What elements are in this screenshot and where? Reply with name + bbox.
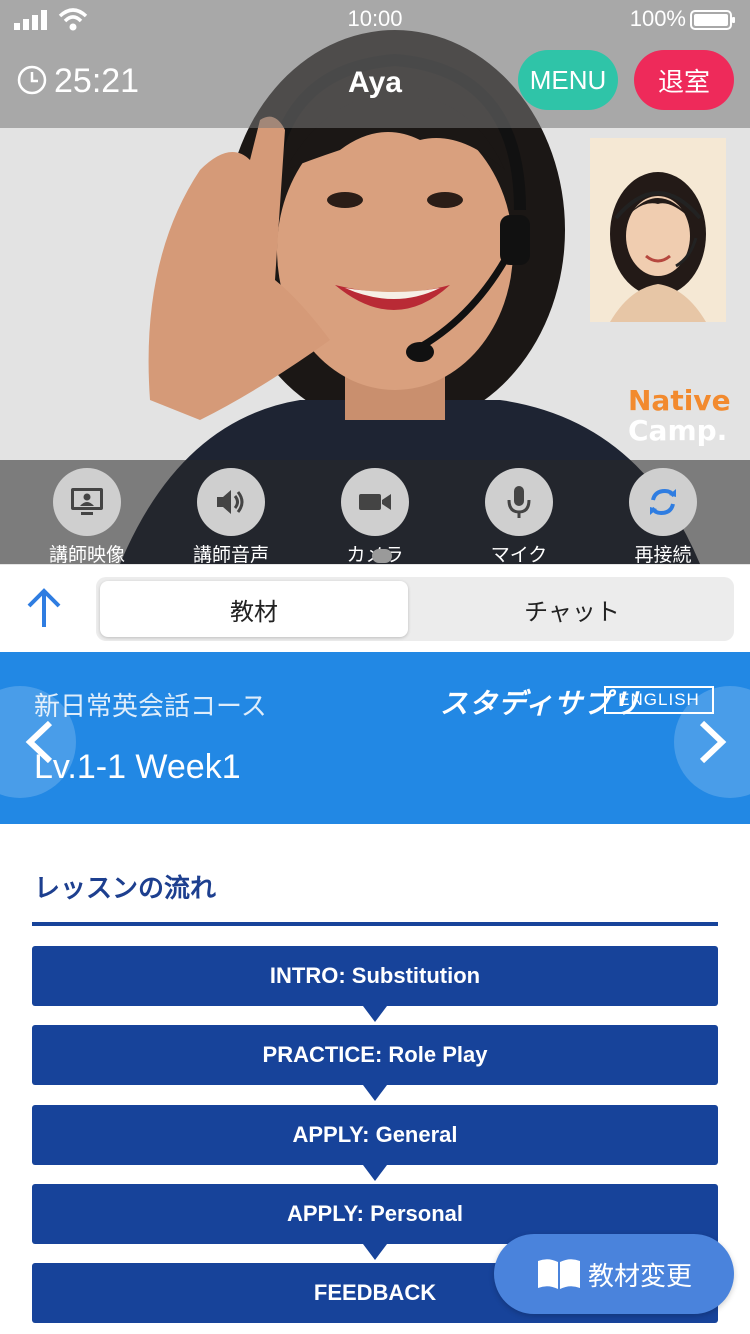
logo-line-2: Camp.	[628, 414, 728, 447]
flow-step: PRACTICE: Role Play	[32, 1025, 718, 1101]
teacher-video-button[interactable]: 講師映像	[32, 468, 142, 566]
tab-bar: 教材 チャット	[0, 564, 750, 652]
arrow-up-icon[interactable]	[24, 587, 64, 631]
flow-arrow	[363, 1244, 387, 1260]
reconnect-button[interactable]: 再接続	[608, 468, 718, 566]
battery-percent: 100%	[629, 6, 686, 31]
teacher-video-label: 講師映像	[48, 544, 125, 566]
drag-handle[interactable]	[372, 549, 392, 563]
microphone-button[interactable]: マイク	[464, 468, 574, 566]
tab-chat[interactable]: チャット	[414, 581, 730, 637]
native-camp-logo: Native Camp.	[628, 386, 744, 456]
teacher-audio-button[interactable]: 講師音声	[176, 468, 286, 566]
flow-step-label: FEEDBACK	[313, 1280, 437, 1305]
lesson-flow-title: レッスンの流れ	[34, 874, 217, 904]
monitor-icon	[71, 488, 103, 515]
change-material-button[interactable]: 教材変更	[494, 1234, 734, 1314]
flow-step-label: APPLY: General	[292, 1122, 458, 1147]
flow-arrow	[363, 1006, 387, 1022]
speaker-icon	[217, 490, 244, 514]
chevron-right-icon	[699, 720, 727, 764]
change-material-label: 教材変更	[587, 1261, 692, 1292]
book-icon	[537, 1259, 580, 1289]
menu-button[interactable]: MENU	[518, 50, 618, 110]
reconnect-icon	[650, 488, 676, 516]
camera-icon	[359, 494, 391, 510]
self-camera-view[interactable]	[590, 138, 726, 322]
exit-room-button[interactable]: 退室	[634, 50, 734, 110]
logo-line-1: Native	[628, 384, 731, 417]
flow-step-label: APPLY: Personal	[286, 1201, 464, 1226]
chevron-left-icon	[25, 720, 53, 764]
flow-arrow	[363, 1165, 387, 1181]
flow-step: APPLY: General	[32, 1105, 718, 1181]
reconnect-label: 再接続	[634, 544, 692, 566]
course-header: 新日常英会話コース Lv.1-1 Week1 スタディサプリ ENGLISH	[0, 652, 750, 824]
flow-arrow	[363, 1085, 387, 1101]
flow-step-label: INTRO: Substitution	[269, 963, 481, 988]
flow-step: INTRO: Substitution	[32, 946, 718, 1022]
tab-segment-control: 教材 チャット	[96, 577, 734, 641]
teacher-audio-label: 講師音声	[192, 544, 269, 566]
battery-icon	[690, 10, 735, 30]
divider	[32, 922, 718, 926]
flow-step-label: PRACTICE: Role Play	[262, 1042, 488, 1067]
microphone-icon	[507, 486, 531, 518]
tab-material[interactable]: 教材	[100, 581, 408, 637]
self-camera-feed	[590, 138, 726, 322]
microphone-label: マイク	[490, 544, 548, 566]
